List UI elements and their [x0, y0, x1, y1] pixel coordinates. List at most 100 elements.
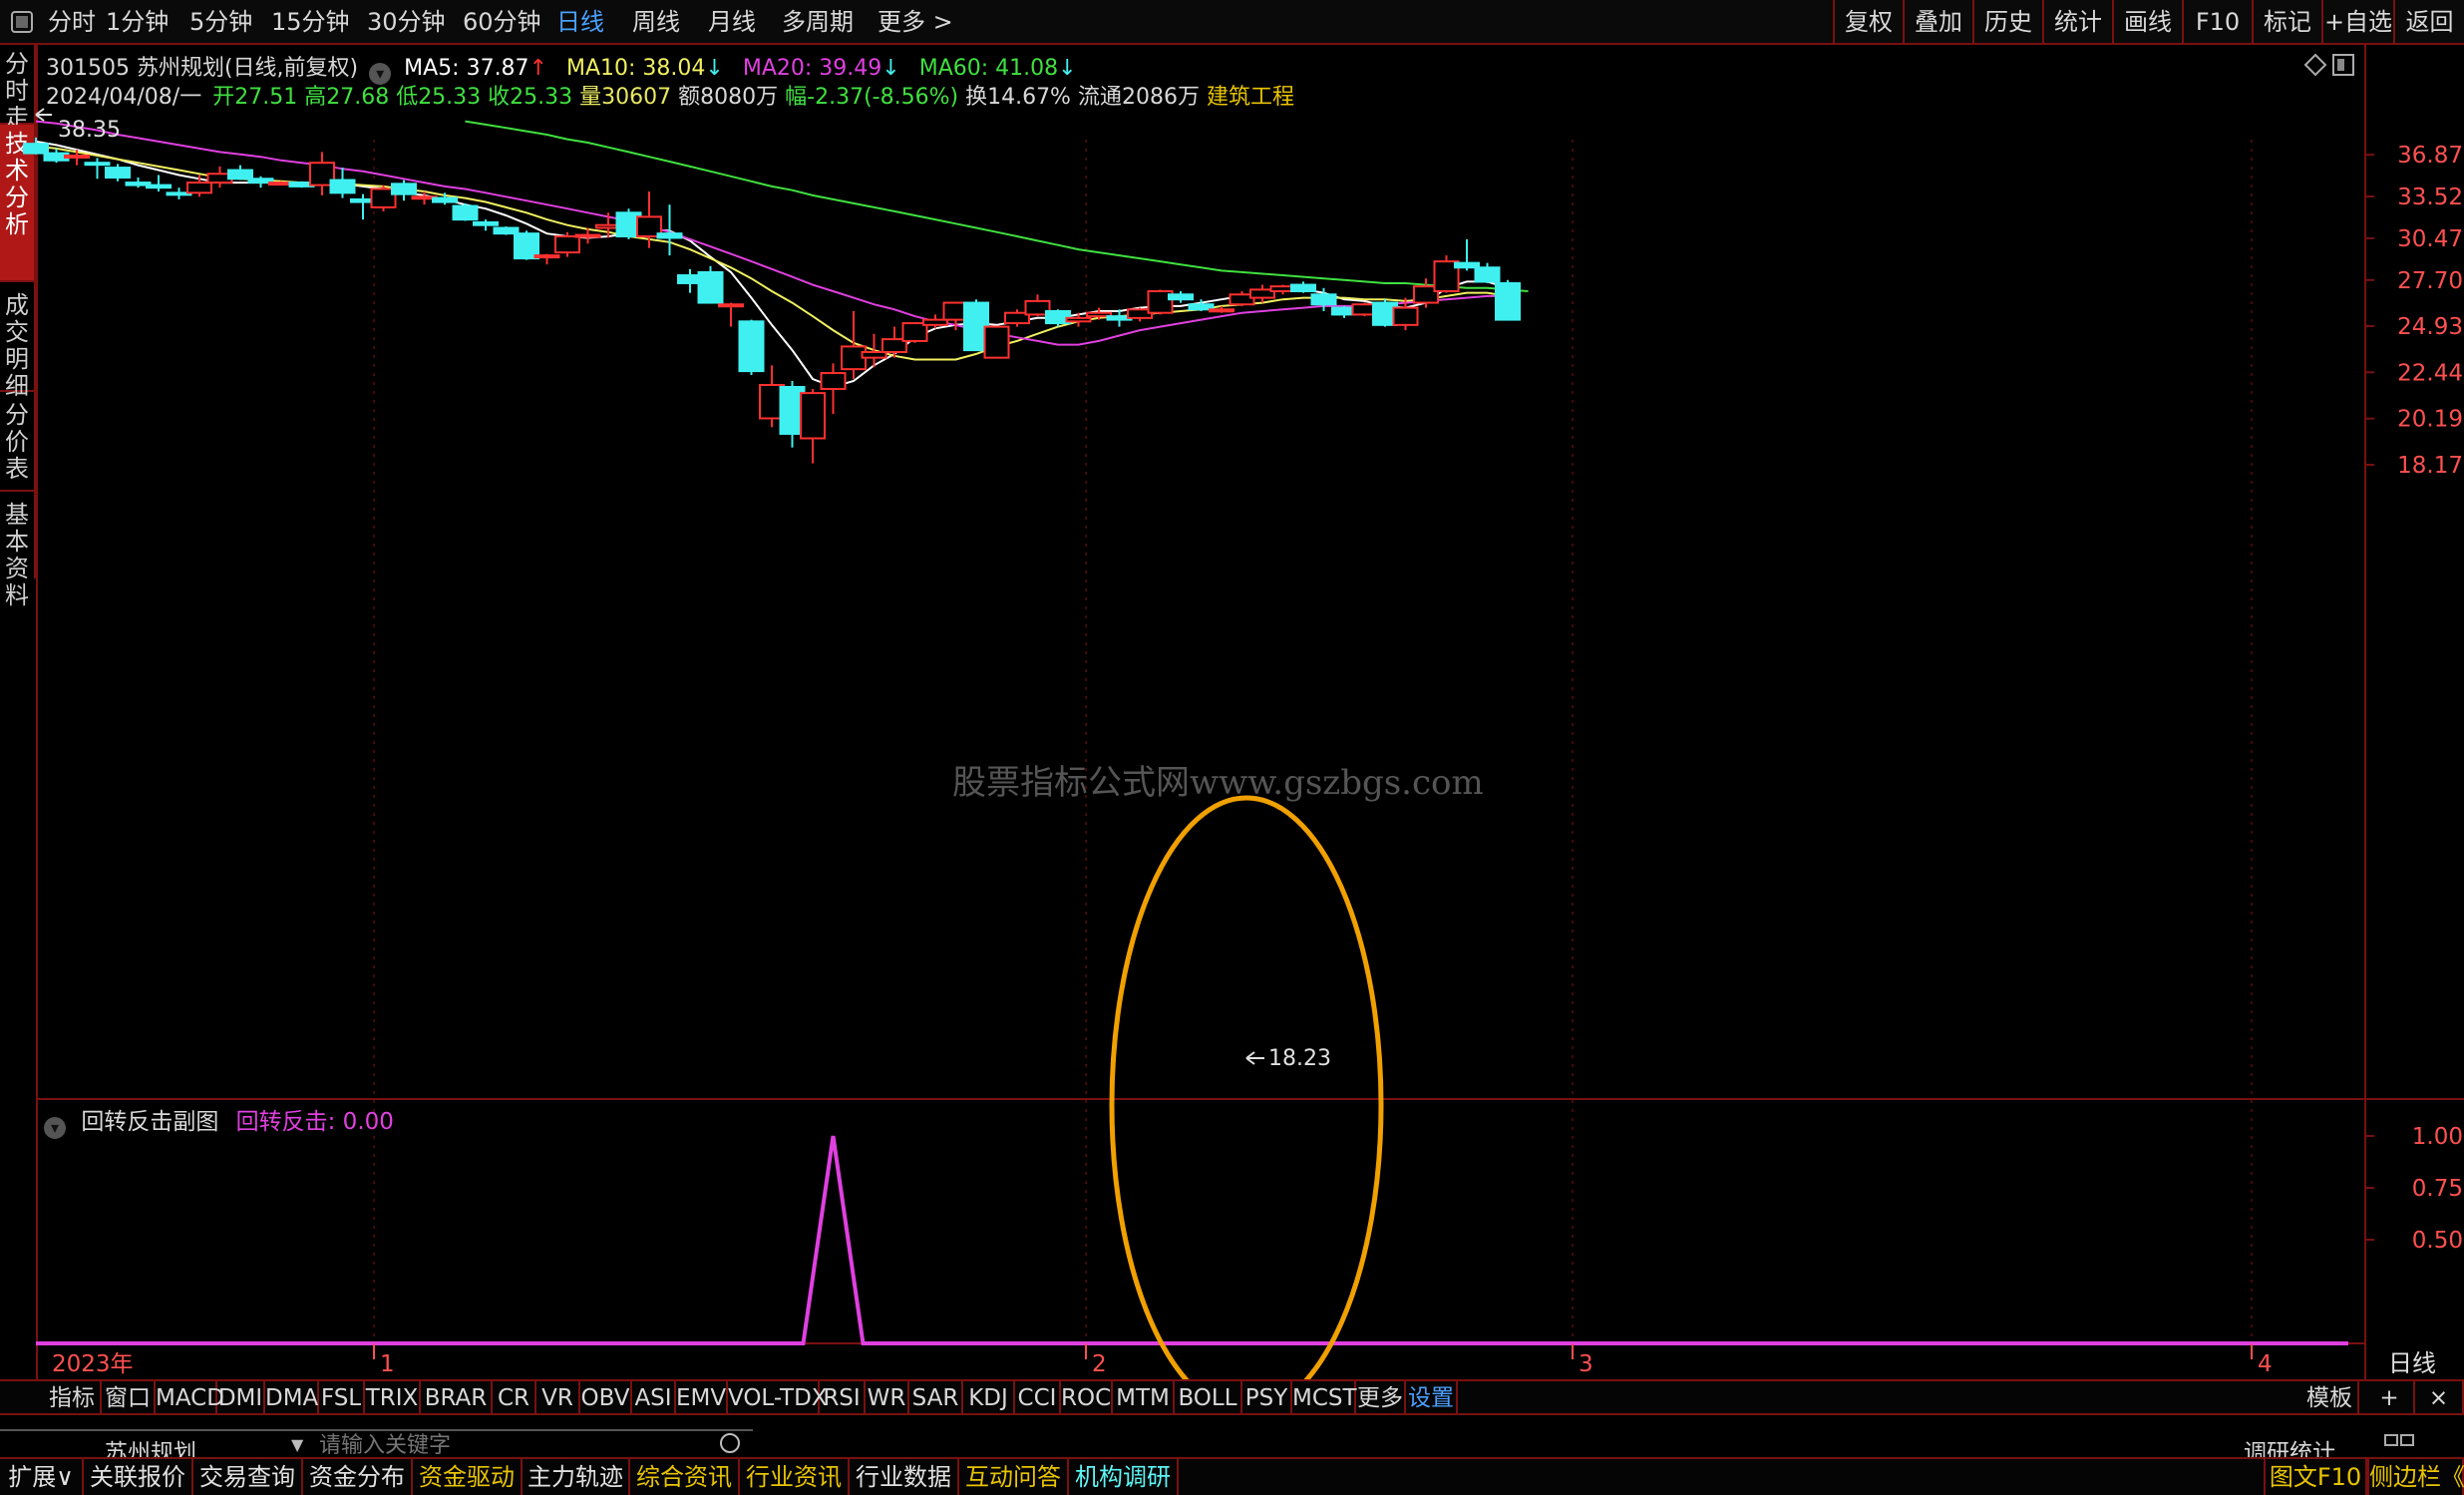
candle-body	[186, 182, 212, 194]
tab-60min[interactable]: 60分钟	[463, 0, 541, 45]
indicator-tab[interactable]: VOL-TDX	[728, 1381, 828, 1415]
search-input[interactable]	[317, 1431, 720, 1459]
history-button[interactable]: 历史	[1972, 0, 2042, 45]
indicator-tab[interactable]: SAR	[909, 1381, 963, 1415]
up-arrow-icon: ↑	[528, 56, 547, 81]
indicator-tab[interactable]: ASI	[632, 1381, 676, 1415]
candle-body	[452, 204, 479, 221]
y-tick-label: 36.87	[2397, 143, 2463, 169]
candle-body	[1310, 293, 1337, 306]
back-button[interactable]: 返回	[2393, 0, 2464, 45]
indicator-tab[interactable]: 更多	[1356, 1381, 1406, 1415]
template-button[interactable]: 模板	[2301, 1381, 2359, 1415]
indicator-tab[interactable]: MTM	[1113, 1381, 1175, 1415]
candle-body	[533, 254, 560, 259]
candle-body	[1065, 316, 1092, 323]
draw-line-button[interactable]: 画线	[2112, 0, 2182, 45]
indicator-tab[interactable]: DMA	[265, 1381, 319, 1415]
candle-body	[656, 232, 683, 239]
indicator-tab[interactable]: VR	[536, 1381, 580, 1415]
indicator-tab[interactable]: TRIX	[365, 1381, 421, 1415]
vertical-gridlines	[373, 140, 2253, 1343]
adjust-button[interactable]: 复权	[1833, 0, 1903, 45]
tab-more[interactable]: 更多 >	[878, 0, 953, 45]
y-tick-label: 18.17	[2397, 453, 2463, 479]
candle-body	[718, 303, 744, 308]
quote-industry[interactable]: 建筑工程	[1207, 85, 1294, 110]
add-watchlist-button[interactable]: +自选	[2321, 0, 2393, 45]
footer-tab[interactable]: 机构调研	[1069, 1459, 1179, 1495]
dropdown-arrow-icon[interactable]: ▼	[291, 1435, 303, 1454]
indicator-tab[interactable]: MCST	[1292, 1381, 1357, 1415]
indicator-tab[interactable]: ROC	[1061, 1381, 1113, 1415]
statistics-button[interactable]: 统计	[2042, 0, 2112, 45]
indicator-tab[interactable]: 设置	[1406, 1381, 1458, 1415]
stock-code-name: 301505 苏州规划(日线,前复权)	[46, 56, 359, 81]
sidebar-toggle[interactable]: 侧边栏《	[2367, 1459, 2464, 1495]
subchart-title: 回转反击副图	[81, 1109, 219, 1135]
indicator-tab[interactable]: KDJ	[963, 1381, 1015, 1415]
candle-body	[1209, 308, 1234, 313]
add-icon[interactable]: +	[2365, 1381, 2415, 1415]
tab-15min[interactable]: 15分钟	[271, 0, 350, 45]
subchart-value-label: 回转反击: 0.00	[235, 1109, 394, 1135]
indicator-tab[interactable]: PSY	[1242, 1381, 1292, 1415]
candle-body	[697, 270, 724, 304]
indicator-tab[interactable]: OBV	[580, 1381, 632, 1415]
low-price-marker: 18.23	[1268, 1046, 1331, 1071]
tab-30min[interactable]: 30分钟	[367, 0, 446, 45]
indicator-tab[interactable]: CCI	[1015, 1381, 1061, 1415]
indicator-tab[interactable]: 窗口	[102, 1381, 156, 1415]
tab-daily[interactable]: 日线	[556, 0, 604, 45]
indicator-tab[interactable]: CR	[493, 1381, 536, 1415]
quote-turnover: 换14.67%	[965, 85, 1071, 110]
quote-float: 流通2086万	[1077, 85, 1200, 110]
indicator-tab[interactable]: RSI	[820, 1381, 866, 1415]
footer-tab[interactable]: 主力轨迹	[523, 1459, 630, 1495]
close-icon[interactable]: ×	[2415, 1381, 2464, 1415]
tab-monthly[interactable]: 月线	[708, 0, 756, 45]
f10-button[interactable]: F10	[2182, 0, 2252, 45]
indicator-tab[interactable]: BOLL	[1175, 1381, 1242, 1415]
window-menu-icon[interactable]	[8, 0, 38, 45]
footer-tab[interactable]: 综合资讯	[630, 1459, 740, 1495]
indicator-tab[interactable]: BRAR	[421, 1381, 493, 1415]
indicator-tab[interactable]: 指标	[44, 1381, 102, 1415]
footer-tab[interactable]: 行业资讯	[740, 1459, 850, 1495]
footer-tab[interactable]: 行业数据	[850, 1459, 959, 1495]
ma-line-ma60	[465, 120, 1529, 292]
indicator-tab[interactable]: MACD	[156, 1381, 224, 1415]
tab-1min[interactable]: 1分钟	[106, 0, 169, 45]
layout-icon[interactable]	[2383, 1433, 2417, 1453]
overlay-button[interactable]: 叠加	[1903, 0, 1972, 45]
tab-multi-period[interactable]: 多周期	[782, 0, 854, 45]
f10-text-button[interactable]: 图文F10	[2264, 1459, 2367, 1495]
y-tick-label: 27.70	[2397, 268, 2463, 294]
y-tick-label: 24.93	[2397, 314, 2463, 340]
footer-tab[interactable]: 扩展∨	[0, 1459, 84, 1495]
chevron-down-icon[interactable]: ▾	[44, 1117, 66, 1139]
chart-canvas[interactable]: 36.87 33.52 30.47 27.70 24.93 22.44 20.19 18.17…	[0, 45, 2464, 1379]
mark-button[interactable]: 标记	[2252, 0, 2321, 45]
indicator-tab[interactable]: DMI	[217, 1381, 265, 1415]
period-toolbar: 分时 1分钟 5分钟 15分钟 30分钟 60分钟 日线 周线 月线 多周期 更…	[0, 0, 2464, 45]
tab-5min[interactable]: 5分钟	[189, 0, 252, 45]
down-arrow-icon: ↓	[1058, 56, 1077, 81]
x-axis-label: 1	[380, 1351, 395, 1377]
candle-body	[391, 183, 417, 195]
indicator-tab[interactable]: FSL	[319, 1381, 365, 1415]
indicator-tab[interactable]: WR	[866, 1381, 909, 1415]
footer-tab[interactable]: 互动问答	[959, 1459, 1069, 1495]
y-tick-label: 33.52	[2397, 185, 2463, 210]
footer-tab[interactable]: 资金分布	[303, 1459, 413, 1495]
tab-intraday[interactable]: 分时	[48, 0, 96, 45]
footer-tab[interactable]: 关联报价	[84, 1459, 193, 1495]
footer-tab[interactable]: 交易查询	[193, 1459, 303, 1495]
indicator-tab[interactable]: EMV	[676, 1381, 728, 1415]
footer-tab[interactable]: 资金驱动	[413, 1459, 523, 1495]
quote-date: 2024/04/08/一	[46, 85, 202, 110]
search-icon[interactable]	[718, 1431, 746, 1457]
diamond-icon[interactable]	[2303, 53, 2327, 77]
candle-body	[574, 233, 601, 238]
tab-weekly[interactable]: 周线	[632, 0, 680, 45]
